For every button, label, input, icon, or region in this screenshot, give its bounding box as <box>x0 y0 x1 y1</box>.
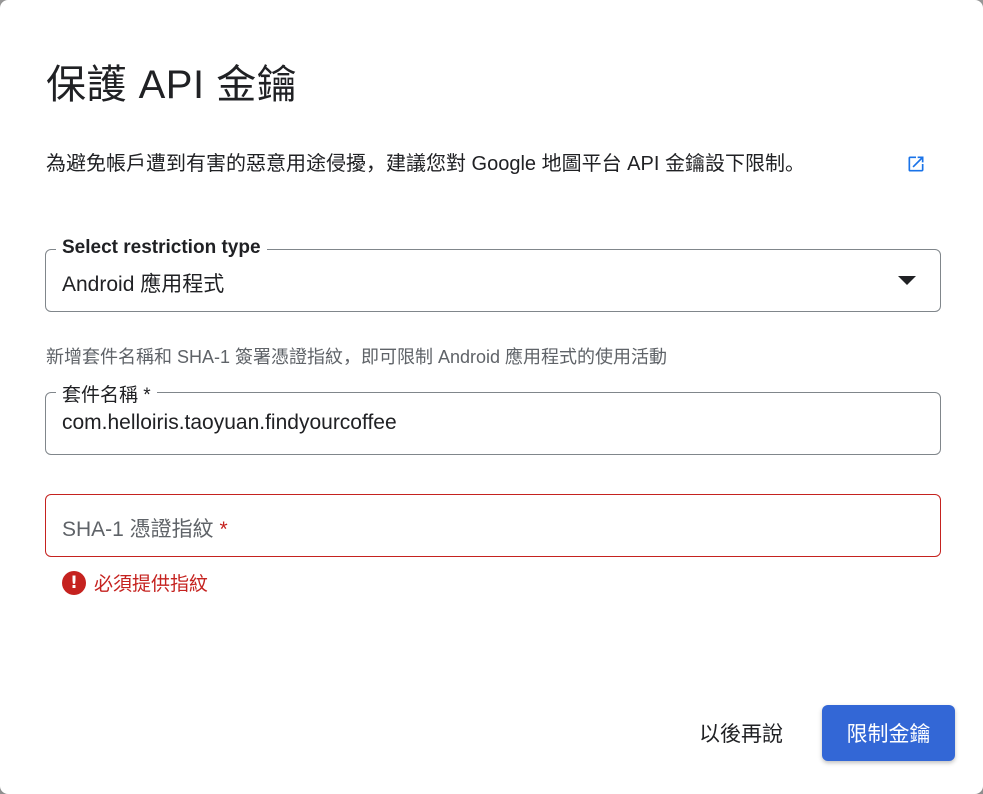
sha1-placeholder-text: SHA-1 憑證指紋 <box>62 518 214 541</box>
dialog-title: 保護 API 金鑰 <box>46 63 298 107</box>
error-text: 必須提供指紋 <box>94 574 209 595</box>
later-button[interactable]: 以後再說 <box>678 708 804 758</box>
dropdown-arrow-icon[interactable] <box>898 276 916 285</box>
required-star: * <box>219 518 228 541</box>
sha1-fingerprint-placeholder: SHA-1 憑證指紋 * <box>62 513 228 543</box>
dialog-description: 為避免帳戶遭到有害的惡意用途侵擾，建議您對 Google 地圖平台 API 金鑰… <box>46 153 805 175</box>
restriction-type-select[interactable]: Select restriction type Android 應用程式 <box>45 237 941 312</box>
protect-api-key-dialog: 保護 API 金鑰 為避免帳戶遭到有害的惡意用途侵擾，建議您對 Google 地… <box>0 0 983 794</box>
restriction-type-label: Select restriction type <box>56 237 267 259</box>
sha1-fingerprint-field[interactable]: SHA-1 憑證指紋 * <box>45 494 941 557</box>
package-name-field[interactable]: 套件名稱 * com.helloiris.taoyuan.findyourcof… <box>45 380 941 455</box>
restriction-hint: 新增套件名稱和 SHA-1 簽署憑證指紋，即可限制 Android 應用程式的使… <box>46 347 668 367</box>
restriction-type-value: Android 應用程式 <box>62 273 225 296</box>
external-link-icon[interactable] <box>906 154 926 174</box>
sha1-error-message: ! 必須提供指紋 <box>62 569 208 596</box>
error-icon: ! <box>62 570 86 595</box>
package-name-label: 套件名稱 * <box>56 380 157 407</box>
package-name-value[interactable]: com.helloiris.taoyuan.findyourcoffee <box>62 411 397 435</box>
restrict-key-button[interactable]: 限制金鑰 <box>822 705 955 761</box>
